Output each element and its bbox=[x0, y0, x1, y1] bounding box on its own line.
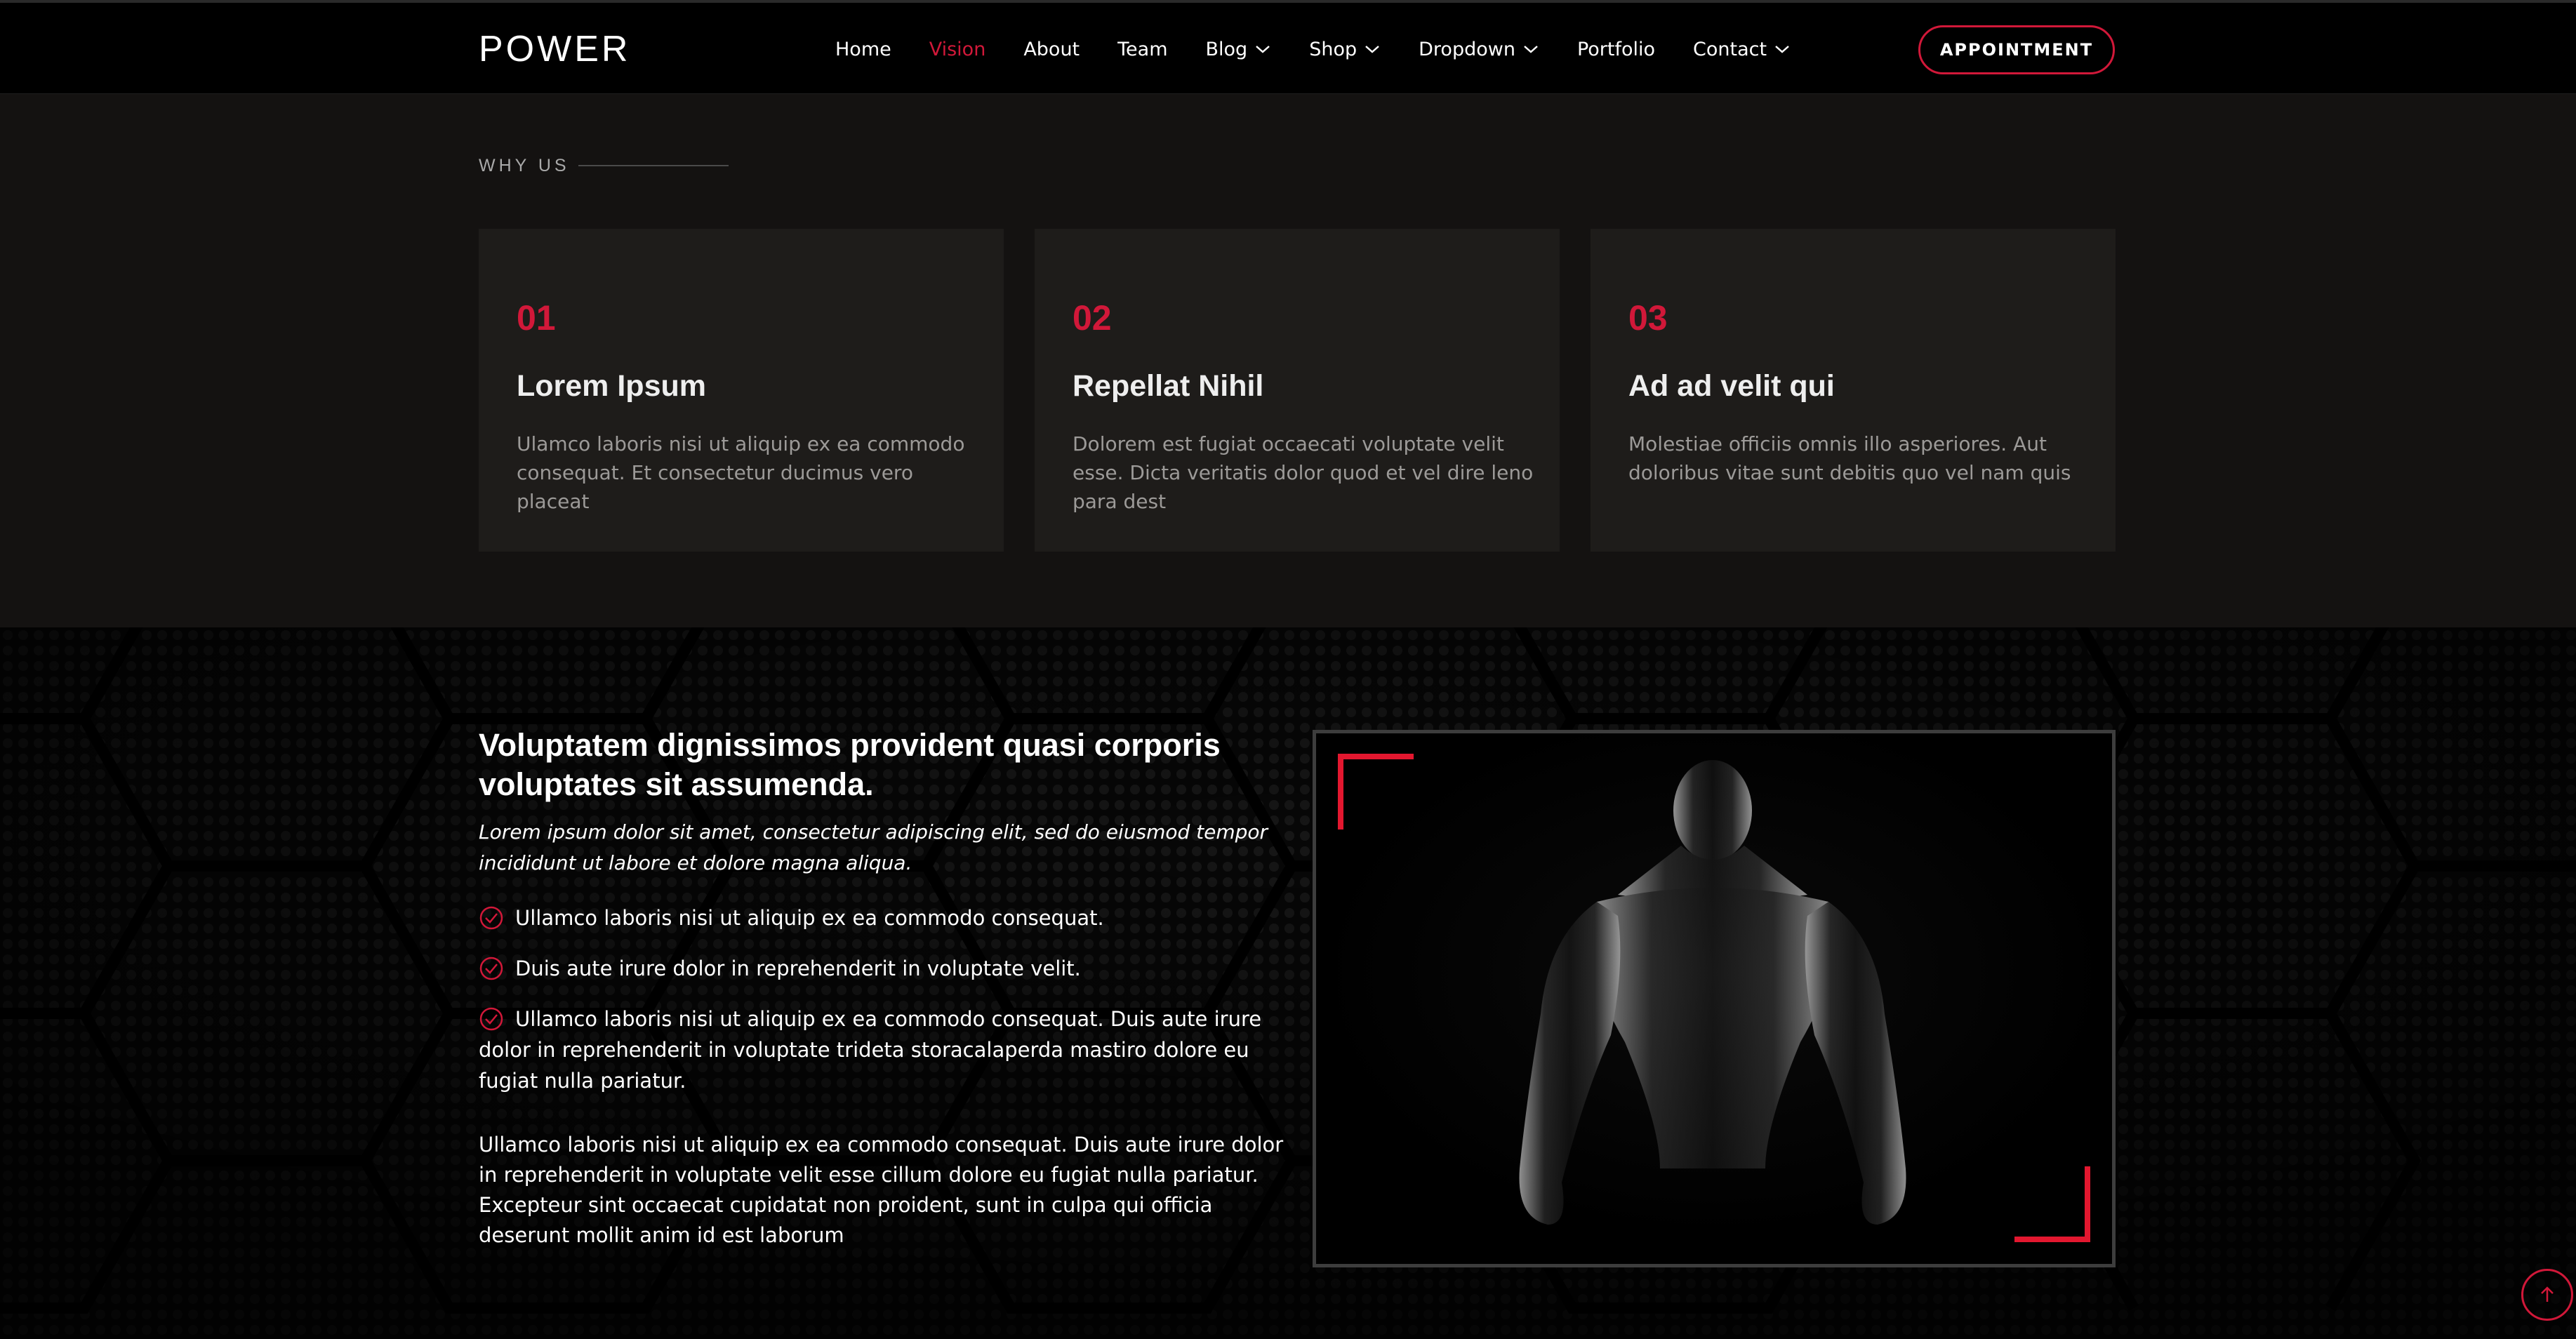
nav-vision[interactable]: Vision bbox=[929, 39, 986, 60]
card-number: 03 bbox=[1628, 298, 1668, 338]
about-paragraph: Ullamco laboris nisi ut aliquip ex ea co… bbox=[479, 1133, 1284, 1247]
nav-contact[interactable]: Contact bbox=[1693, 39, 1791, 60]
check-list-item: Ullamco laboris nisi ut aliquip ex ea co… bbox=[479, 902, 1293, 933]
chevron-down-icon bbox=[1365, 46, 1379, 53]
about-intro: Lorem ipsum dolor sit amet, consectetur … bbox=[479, 820, 1268, 874]
check-list-item: Ullamco laboris nisi ut aliquip ex ea co… bbox=[479, 1004, 1293, 1096]
card-title: Repellat Nihil bbox=[1073, 369, 1264, 403]
check-circle-icon bbox=[479, 1007, 503, 1031]
nav-label: Portfolio bbox=[1576, 38, 1656, 60]
feature-card: 01 Lorem Ipsum Ulamco laboris nisi ut al… bbox=[479, 229, 1004, 552]
nav-blog[interactable]: Blog bbox=[1206, 39, 1272, 60]
section-label: WHY US bbox=[479, 156, 570, 175]
chevron-down-icon bbox=[1256, 46, 1270, 53]
frame-corner-accent bbox=[2014, 1166, 2090, 1242]
check-text: Duis aute irure dolor in reprehenderit i… bbox=[515, 957, 1081, 980]
nav-dropdown[interactable]: Dropdown bbox=[1419, 39, 1539, 60]
card-number: 01 bbox=[517, 298, 556, 338]
scroll-to-top-button[interactable] bbox=[2521, 1269, 2573, 1321]
check-list: Ullamco laboris nisi ut aliquip ex ea co… bbox=[479, 902, 1293, 1116]
chevron-down-icon bbox=[1775, 46, 1789, 53]
nav-label: Blog bbox=[1205, 38, 1248, 60]
nav-portfolio[interactable]: Portfolio bbox=[1577, 39, 1655, 60]
nav-label: Vision bbox=[929, 38, 986, 60]
main-nav: Home Vision About Team Blog Shop Dropdow… bbox=[835, 35, 1828, 63]
appointment-button[interactable]: APPOINTMENT bbox=[1918, 25, 2115, 74]
nav-label: Contact bbox=[1693, 38, 1767, 60]
check-text: Ullamco laboris nisi ut aliquip ex ea co… bbox=[479, 1007, 1262, 1093]
card-title: Lorem Ipsum bbox=[517, 369, 706, 403]
athlete-silhouette bbox=[1316, 733, 2112, 1264]
nav-label: Team bbox=[1117, 38, 1168, 60]
card-description: Dolorem est fugiat occaecati voluptate v… bbox=[1073, 432, 1534, 513]
check-circle-icon bbox=[479, 906, 503, 930]
nav-label: Dropdown bbox=[1419, 38, 1515, 60]
site-logo[interactable]: POWER bbox=[479, 28, 630, 70]
divider bbox=[578, 165, 729, 166]
nav-label: Shop bbox=[1309, 38, 1357, 60]
site-header: POWER Home Vision About Team Blog Shop D… bbox=[0, 0, 2576, 94]
chevron-down-icon bbox=[1524, 46, 1538, 53]
bodybuilder-image bbox=[1313, 730, 2116, 1267]
check-list-item: Duis aute irure dolor in reprehenderit i… bbox=[479, 953, 1293, 984]
nav-label: About bbox=[1023, 38, 1080, 60]
nav-label: Home bbox=[835, 38, 891, 60]
card-title: Ad ad velit qui bbox=[1628, 369, 1835, 403]
nav-team[interactable]: Team bbox=[1117, 39, 1167, 60]
card-number: 02 bbox=[1073, 298, 1112, 338]
nav-shop[interactable]: Shop bbox=[1309, 39, 1381, 60]
arrow-up-icon bbox=[2541, 1286, 2554, 1302]
frame-corner-accent bbox=[1338, 754, 1414, 830]
card-description: Ulamco laboris nisi ut aliquip ex ea com… bbox=[517, 432, 965, 513]
feature-card: 03 Ad ad velit qui Molestiae officiis om… bbox=[1591, 229, 2116, 552]
feature-card: 02 Repellat Nihil Dolorem est fugiat occ… bbox=[1035, 229, 1560, 552]
about-title: Voluptatem dignissimos provident quasi c… bbox=[479, 727, 1221, 802]
nav-home[interactable]: Home bbox=[835, 39, 891, 60]
nav-about[interactable]: About bbox=[1023, 39, 1080, 60]
check-circle-icon bbox=[479, 957, 503, 980]
card-description: Molestiae officiis omnis illo asperiores… bbox=[1628, 432, 2071, 484]
check-text: Ullamco laboris nisi ut aliquip ex ea co… bbox=[515, 906, 1104, 930]
